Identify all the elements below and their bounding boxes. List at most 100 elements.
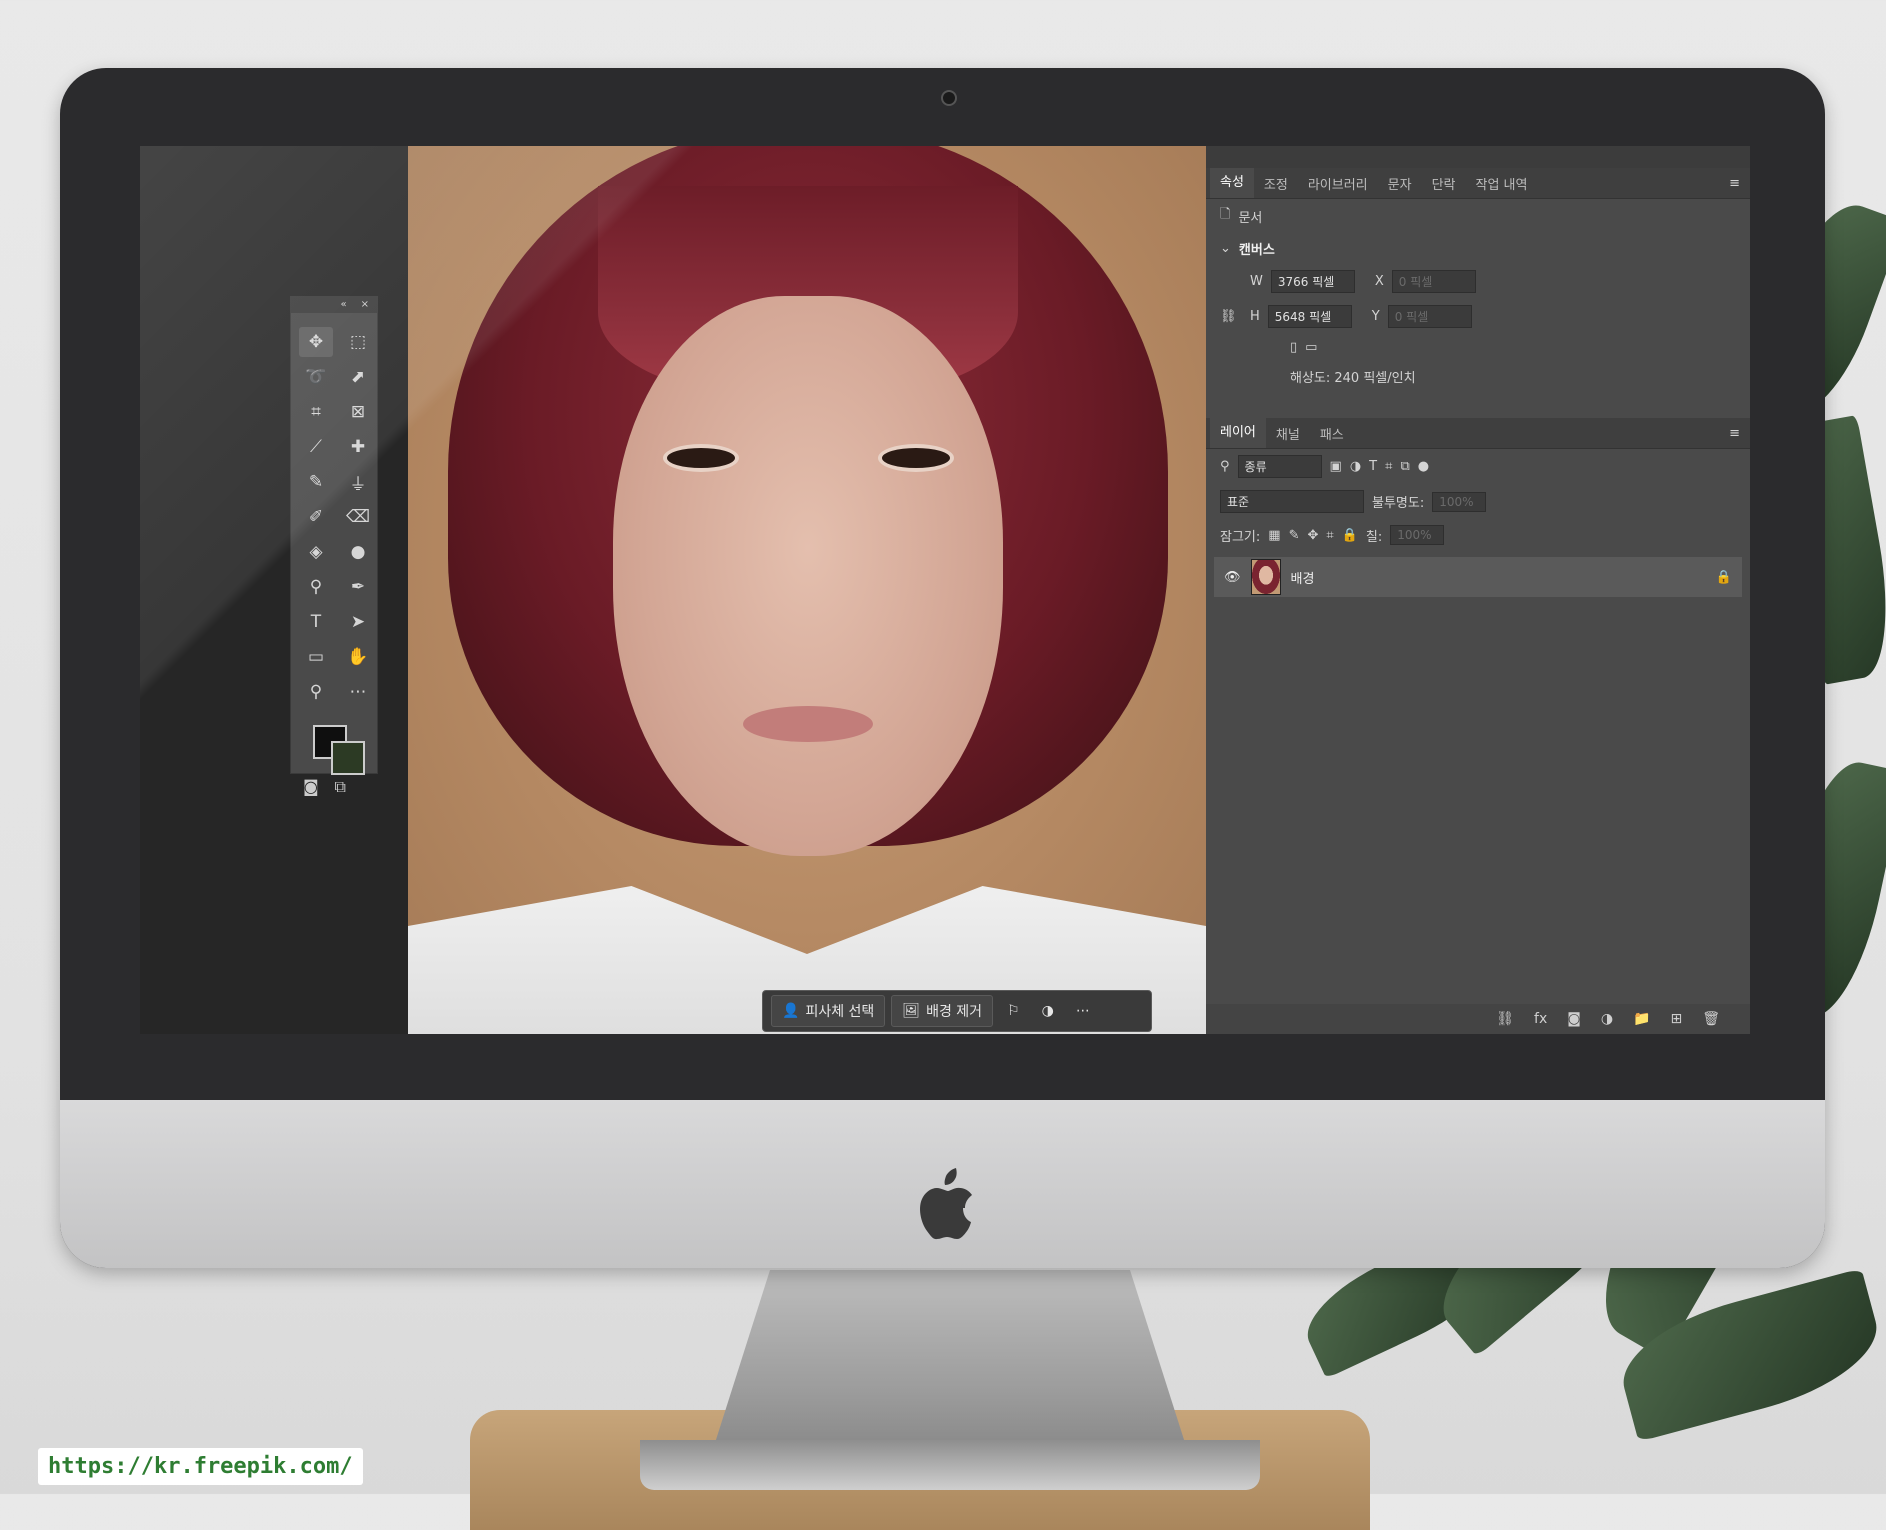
crop-tool-icon[interactable]: ⌗ [299,397,333,427]
photoshop-screen: « × ✥ ⬚ ➰ ⬈ ⌗ ⊠ ⟋ ✚ ✎ ⏚ ✐ ⌫ ◈ ● ⚲ ✒ T ➤ … [140,146,1750,1034]
quick-mask-icon[interactable]: ◙ [303,777,319,797]
height-row: ⛓ H 5648 픽셀 Y 0 픽셀 [1206,299,1750,334]
canvas-section-header[interactable]: ⌄ 캔버스 [1206,233,1750,264]
landscape-orientation-icon[interactable]: ▭ [1305,340,1317,355]
lock-label: 잠그기: [1220,529,1261,545]
history-brush-tool-icon[interactable]: ✐ [299,502,333,532]
filter-adjust-icon[interactable]: ◑ [1350,459,1361,474]
resolution-label: 해상도: 240 픽셀/인치 [1290,371,1416,386]
opacity-field[interactable]: 100% [1432,491,1487,512]
filter-smart-icon[interactable]: ⧉ [1400,459,1409,474]
eraser-tool-icon[interactable]: ⌫ [341,502,375,532]
background-color-swatch[interactable] [331,741,365,775]
blend-row: 표준 불투명도: 100% [1206,484,1750,519]
remove-background-button[interactable]: 🖼 배경 제거 [891,995,994,1027]
tab-layers[interactable]: 레이어 [1210,418,1266,448]
add-mask-icon[interactable]: ◙ [1567,1011,1581,1027]
move-tool-icon[interactable]: ✥ [299,327,333,357]
link-layers-icon[interactable]: ⛓ [1496,1011,1514,1027]
fx-icon[interactable]: fx [1534,1011,1547,1027]
lock-transparent-icon[interactable]: ▦ [1268,528,1280,543]
lock-position-icon[interactable]: ✥ [1307,528,1318,543]
healing-tool-icon[interactable]: ✚ [341,432,375,462]
photo-face [613,296,1003,856]
filter-pixel-icon[interactable]: ▣ [1330,459,1342,474]
screen-mode-icon[interactable]: ⧉ [335,777,346,797]
frame-tool-icon[interactable]: ⊠ [341,397,375,427]
close-icon[interactable]: × [361,297,369,313]
right-panel-dock: 속성 조정 라이브러리 문자 단락 작업 내역 ≡ 🗋 문서 ⌄ 캔버스 W 3… [1206,146,1750,1034]
lock-image-icon[interactable]: ✎ [1289,528,1300,543]
photo-lips [743,706,873,742]
lock-artboard-icon[interactable]: ⌗ [1326,528,1333,543]
layer-row[interactable]: 👁 배경 🔒 [1214,557,1742,597]
layers-tabs: 레이어 채널 패스 ≡ [1206,418,1750,449]
transform-icon[interactable]: ⚐ [999,1003,1028,1019]
contextual-task-bar: 👤 피사체 선택 🖼 배경 제거 ⚐ ◑ ⋯ [762,990,1152,1032]
filter-toggle-icon[interactable]: ● [1418,459,1429,474]
adjustment-layer-icon[interactable]: ◑ [1601,1011,1613,1027]
collapse-icon[interactable]: « [340,297,346,313]
new-layer-icon[interactable]: ⊞ [1670,1011,1682,1027]
photo-right-eye [878,444,954,472]
rectangle-tool-icon[interactable]: ▭ [299,642,333,672]
tab-properties[interactable]: 속성 [1210,168,1254,198]
lasso-tool-icon[interactable]: ➰ [299,362,333,392]
filter-shape-icon[interactable]: ⌗ [1385,459,1392,474]
orientation-row: ▯ ▭ [1206,334,1750,361]
eyedropper-tool-icon[interactable]: ⟋ [299,432,333,462]
tools-panel-header[interactable]: « × [291,297,377,313]
canvas-title: 캔버스 [1238,243,1275,258]
stamp-tool-icon[interactable]: ⏚ [341,467,375,497]
tab-channels[interactable]: 채널 [1266,424,1310,443]
monitor-stand-foot [640,1440,1260,1490]
layer-filter-row: ⚲ 종류 ▣ ◑ T ⌗ ⧉ ● [1206,449,1750,484]
quick-select-tool-icon[interactable]: ⬈ [341,362,375,392]
tab-history[interactable]: 작업 내역 [1466,174,1538,193]
y-field[interactable]: 0 픽셀 [1387,305,1472,328]
tab-paragraph[interactable]: 단락 [1422,174,1466,193]
fill-field[interactable]: 100% [1390,525,1445,545]
tools-panel: « × ✥ ⬚ ➰ ⬈ ⌗ ⊠ ⟋ ✚ ✎ ⏚ ✐ ⌫ ◈ ● ⚲ ✒ T ➤ … [290,296,378,796]
panel-menu-icon[interactable]: ≡ [1729,176,1750,191]
marquee-tool-icon[interactable]: ⬚ [341,327,375,357]
select-subject-button[interactable]: 👤 피사체 선택 [771,995,886,1027]
tab-character[interactable]: 문자 [1378,174,1422,193]
more-options-icon[interactable]: ⋯ [1068,1003,1098,1019]
path-select-tool-icon[interactable]: ➤ [341,607,375,637]
x-label: X [1374,274,1384,289]
adjustment-icon[interactable]: ◑ [1034,1003,1062,1019]
brush-tool-icon[interactable]: ✎ [299,467,333,497]
link-icon[interactable]: ⛓ [1220,309,1242,324]
more-tools-icon[interactable]: ⋯ [341,677,375,707]
document-canvas[interactable] [408,146,1206,1034]
layer-name: 배경 [1290,571,1315,587]
apple-logo-icon [919,1168,972,1240]
layers-menu-icon[interactable]: ≡ [1729,426,1750,441]
watermark-url: https://kr.freepik.com/ [38,1448,363,1485]
x-field[interactable]: 0 픽셀 [1391,270,1476,293]
blur-tool-icon[interactable]: ● [341,537,375,567]
bucket-tool-icon[interactable]: ◈ [299,537,333,567]
tab-paths[interactable]: 패스 [1310,424,1354,443]
tab-adjustments[interactable]: 조정 [1254,174,1298,193]
dodge-tool-icon[interactable]: ⚲ [299,572,333,602]
webcam [941,90,957,106]
tab-libraries[interactable]: 라이브러리 [1298,174,1378,193]
opacity-label: 불투명도: [1372,496,1425,511]
type-tool-icon[interactable]: T [299,607,333,637]
zoom-tool-icon[interactable]: ⚲ [299,677,333,707]
group-folder-icon[interactable]: 📁 [1633,1011,1650,1027]
delete-layer-icon[interactable]: 🗑 [1702,1011,1720,1027]
filter-type-icon[interactable]: T [1369,459,1377,474]
portrait-orientation-icon[interactable]: ▯ [1290,340,1297,355]
lock-all-icon[interactable]: 🔒 [1342,528,1358,543]
pen-tool-icon[interactable]: ✒ [341,572,375,602]
visibility-eye-icon[interactable]: 👁 [1224,570,1241,585]
properties-tabs: 속성 조정 라이브러리 문자 단락 작업 내역 ≡ [1206,168,1750,199]
hand-tool-icon[interactable]: ✋ [341,642,375,672]
width-field[interactable]: 3766 픽셀 [1270,270,1355,293]
layer-filter-select[interactable]: 종류 [1237,455,1322,478]
height-field[interactable]: 5648 픽셀 [1267,305,1352,328]
blend-mode-select[interactable]: 표준 [1220,490,1364,513]
